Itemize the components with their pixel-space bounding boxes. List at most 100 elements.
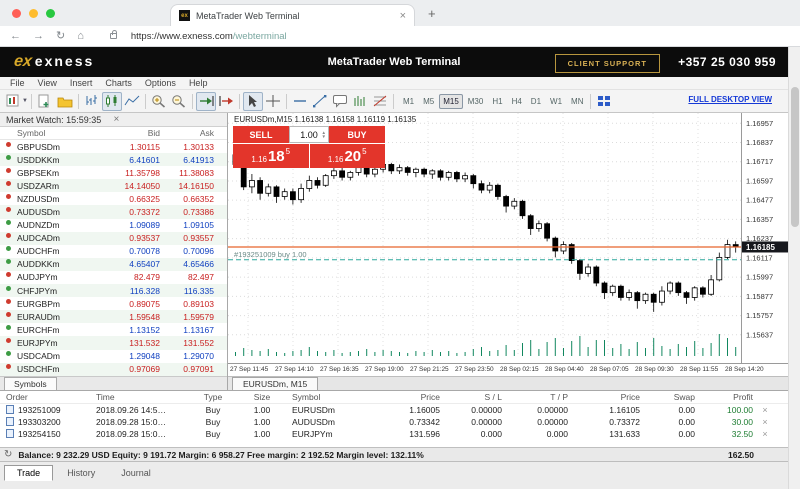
- orders-column-order[interactable]: Order: [0, 392, 90, 402]
- market-watch-row-audnzdm[interactable]: AUDNZDm1.090891.09105: [0, 219, 227, 232]
- menu-item-charts[interactable]: Charts: [105, 78, 132, 88]
- market-watch-row-usdchfm[interactable]: USDCHFm0.970690.97091: [0, 363, 227, 376]
- forward-icon[interactable]: →: [33, 31, 44, 42]
- menu-item-view[interactable]: View: [38, 78, 57, 88]
- new-chart-button[interactable]: [35, 92, 55, 111]
- market-watch-row-auddkkm[interactable]: AUDDKKm4.654074.65466: [0, 258, 227, 271]
- timeframe-h1[interactable]: H1: [488, 94, 506, 109]
- market-watch-row-chfjpym[interactable]: CHFJPYm116.328116.335: [0, 284, 227, 297]
- buy-button[interactable]: BUY: [329, 126, 385, 143]
- minimize-window-button[interactable]: [29, 9, 38, 18]
- tab-history[interactable]: History: [55, 466, 107, 482]
- column-symbol[interactable]: Symbol: [0, 128, 100, 138]
- exness-logo[interactable]: ex exness: [14, 53, 94, 71]
- page-scrollbar[interactable]: [788, 47, 800, 489]
- timeframe-m15[interactable]: M15: [439, 94, 463, 109]
- orders-column-size[interactable]: Size: [238, 392, 286, 402]
- timeframe-m1[interactable]: M1: [399, 94, 418, 109]
- close-order-icon[interactable]: ×: [757, 417, 773, 427]
- tile-windows-button[interactable]: [594, 92, 614, 111]
- close-order-icon[interactable]: ×: [757, 405, 773, 415]
- zoom-out-button[interactable]: [169, 92, 189, 111]
- order-row-193251009[interactable]: 1932510092018.09.26 14:5…Buy1.00EURUSDm1…: [0, 404, 788, 416]
- column-ask[interactable]: Ask: [160, 128, 220, 138]
- orders-column-tp[interactable]: T / P: [506, 392, 572, 402]
- orders-column-time[interactable]: Time: [90, 392, 188, 402]
- timeframe-h4[interactable]: H4: [508, 94, 526, 109]
- market-watch-row-gbpusdm[interactable]: GBPUSDm1.301151.30133: [0, 140, 227, 153]
- url-field[interactable]: https://www.exness.com/webterminal: [131, 31, 287, 42]
- menu-item-options[interactable]: Options: [145, 78, 176, 88]
- sell-price[interactable]: 1.16 18 5: [233, 144, 309, 168]
- market-watch-row-eurchfm[interactable]: EURCHFm1.131521.13167: [0, 323, 227, 336]
- auto-scroll-button[interactable]: [196, 92, 216, 111]
- order-row-193254150[interactable]: 1932541502018.09.28 15:0…Buy1.00EURJPYm1…: [0, 428, 788, 440]
- buy-price[interactable]: 1.16 20 5: [310, 144, 386, 168]
- timeframe-m30[interactable]: M30: [464, 94, 488, 109]
- home-icon[interactable]: ⌂: [77, 31, 84, 42]
- market-watch-row-nzdusdm[interactable]: NZDUSDm0.663250.66352: [0, 192, 227, 205]
- profiles-button[interactable]: [55, 92, 75, 111]
- new-order-dropdown-icon[interactable]: ▼: [22, 98, 28, 104]
- chart-shift-button[interactable]: [216, 92, 236, 111]
- full-desktop-link[interactable]: FULL DESKTOP VIEW: [688, 95, 772, 104]
- maximize-window-button[interactable]: [46, 9, 55, 18]
- order-row-193303200[interactable]: 1933032002018.09.28 15:0…Buy1.00AUDUSDm0…: [0, 416, 788, 428]
- client-support-button[interactable]: CLIENT SUPPORT: [555, 54, 660, 73]
- column-bid[interactable]: Bid: [100, 128, 160, 138]
- indicators-button[interactable]: [350, 92, 370, 111]
- market-watch-row-euraudm[interactable]: EURAUDm1.595481.59579: [0, 310, 227, 323]
- browser-tab[interactable]: ex MetaTrader Web Terminal ×: [170, 4, 415, 26]
- timeframe-d1[interactable]: D1: [527, 94, 545, 109]
- orders-column-symbol[interactable]: Symbol: [286, 392, 376, 402]
- menu-item-insert[interactable]: Insert: [70, 78, 93, 88]
- market-watch-row-eurjpym[interactable]: EURJPYm131.532131.552: [0, 336, 227, 349]
- chart-tab-eurusd[interactable]: EURUSDm, M15: [232, 377, 318, 390]
- menu-item-help[interactable]: Help: [189, 78, 208, 88]
- market-watch-row-usdzarm[interactable]: USDZARm14.1405014.16150: [0, 179, 227, 192]
- orders-column-type[interactable]: Type: [188, 392, 238, 402]
- market-watch-row-audcadm[interactable]: AUDCADm0.935370.93557: [0, 232, 227, 245]
- orders-column-price[interactable]: Price: [572, 392, 644, 402]
- zoom-in-button[interactable]: [149, 92, 169, 111]
- new-tab-button[interactable]: +: [428, 6, 436, 21]
- text-label-tool-button[interactable]: [330, 92, 350, 111]
- fibonacci-tool-button[interactable]: [370, 92, 390, 111]
- orders-column-profit[interactable]: Profit: [699, 392, 757, 402]
- market-watch-row-audusdm[interactable]: AUDUSDm0.733720.73386: [0, 205, 227, 218]
- new-order-button[interactable]: [4, 92, 24, 111]
- scrollbar-thumb[interactable]: [791, 87, 799, 227]
- reload-icon[interactable]: ↻: [56, 31, 65, 42]
- trendline-tool-button[interactable]: [310, 92, 330, 111]
- menu-item-file[interactable]: File: [10, 78, 25, 88]
- market-watch-row-gbpsekm[interactable]: GBPSEKm11.3579811.38083: [0, 166, 227, 179]
- timeframe-m5[interactable]: M5: [419, 94, 438, 109]
- market-watch-close-icon[interactable]: ×: [114, 114, 222, 125]
- horizontal-line-tool-button[interactable]: [290, 92, 310, 111]
- market-watch-row-eurgbpm[interactable]: EURGBPm0.890750.89103: [0, 297, 227, 310]
- market-watch-row-usddkkm[interactable]: USDDKKm6.416016.41913: [0, 153, 227, 166]
- market-watch-row-audchfm[interactable]: AUDCHFm0.700780.70096: [0, 245, 227, 258]
- tab-trade[interactable]: Trade: [4, 465, 53, 481]
- close-order-icon[interactable]: ×: [757, 429, 773, 439]
- tab-close-icon[interactable]: ×: [400, 11, 406, 21]
- sell-button[interactable]: SELL: [233, 126, 289, 143]
- candlestick-chart-type-button[interactable]: [102, 92, 122, 111]
- orders-column-sl[interactable]: S / L: [444, 392, 506, 402]
- tab-symbols[interactable]: Symbols: [4, 377, 57, 390]
- timeframe-w1[interactable]: W1: [546, 94, 566, 109]
- orders-column-swap[interactable]: Swap: [644, 392, 699, 402]
- refresh-icon[interactable]: ↻: [4, 449, 12, 460]
- volume-input[interactable]: 1.00▲▼: [289, 126, 329, 143]
- crosshair-tool-button[interactable]: [263, 92, 283, 111]
- volume-stepper-icon[interactable]: ▲▼: [322, 131, 326, 138]
- market-watch-row-audjpym[interactable]: AUDJPYm82.47982.497: [0, 271, 227, 284]
- orders-column-price[interactable]: Price: [376, 392, 444, 402]
- back-icon[interactable]: ←: [10, 31, 21, 42]
- line-chart-type-button[interactable]: [122, 92, 142, 111]
- cursor-tool-button[interactable]: [243, 92, 263, 111]
- market-watch-row-usdcadm[interactable]: USDCADm1.290481.29070: [0, 350, 227, 363]
- timeframe-mn[interactable]: MN: [567, 94, 587, 109]
- bar-chart-type-button[interactable]: [82, 92, 102, 111]
- close-window-button[interactable]: [12, 9, 21, 18]
